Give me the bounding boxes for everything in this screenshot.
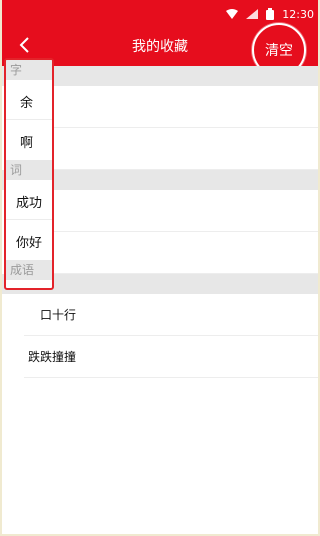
index-item-label: 成功 — [16, 196, 43, 211]
index-item-label: 啊 — [20, 136, 34, 151]
index-item[interactable]: 成功 — [6, 180, 52, 220]
list-item[interactable]: 跌跌撞撞 — [24, 336, 320, 378]
index-item[interactable]: 你好 — [6, 220, 52, 260]
index-item[interactable]: 啊 — [6, 120, 52, 160]
signal-icon — [246, 9, 259, 19]
index-section-header: 词 — [6, 160, 52, 180]
status-time: 12:30 — [282, 7, 314, 21]
list-item-label: 口十行 — [40, 308, 77, 322]
index-item-label: 你好 — [16, 236, 43, 251]
index-section-header: 成语 — [6, 260, 52, 280]
index-item[interactable]: 余 — [6, 80, 52, 120]
list-item-label: 跌跌撞撞 — [28, 350, 77, 364]
list-item[interactable] — [24, 190, 320, 232]
status-icons: 12:30 — [226, 6, 314, 22]
list-item[interactable] — [24, 128, 320, 170]
list-item[interactable] — [24, 86, 320, 128]
list-item[interactable]: 口十行 — [24, 294, 320, 336]
index-panel: 字 余 啊 词 成功 你好 成语 — [4, 58, 54, 290]
battery-icon — [266, 8, 275, 20]
index-section-header: 字 — [6, 60, 52, 80]
list-item[interactable] — [24, 232, 320, 274]
wifi-icon — [226, 9, 239, 19]
index-item-label: 余 — [20, 96, 34, 111]
